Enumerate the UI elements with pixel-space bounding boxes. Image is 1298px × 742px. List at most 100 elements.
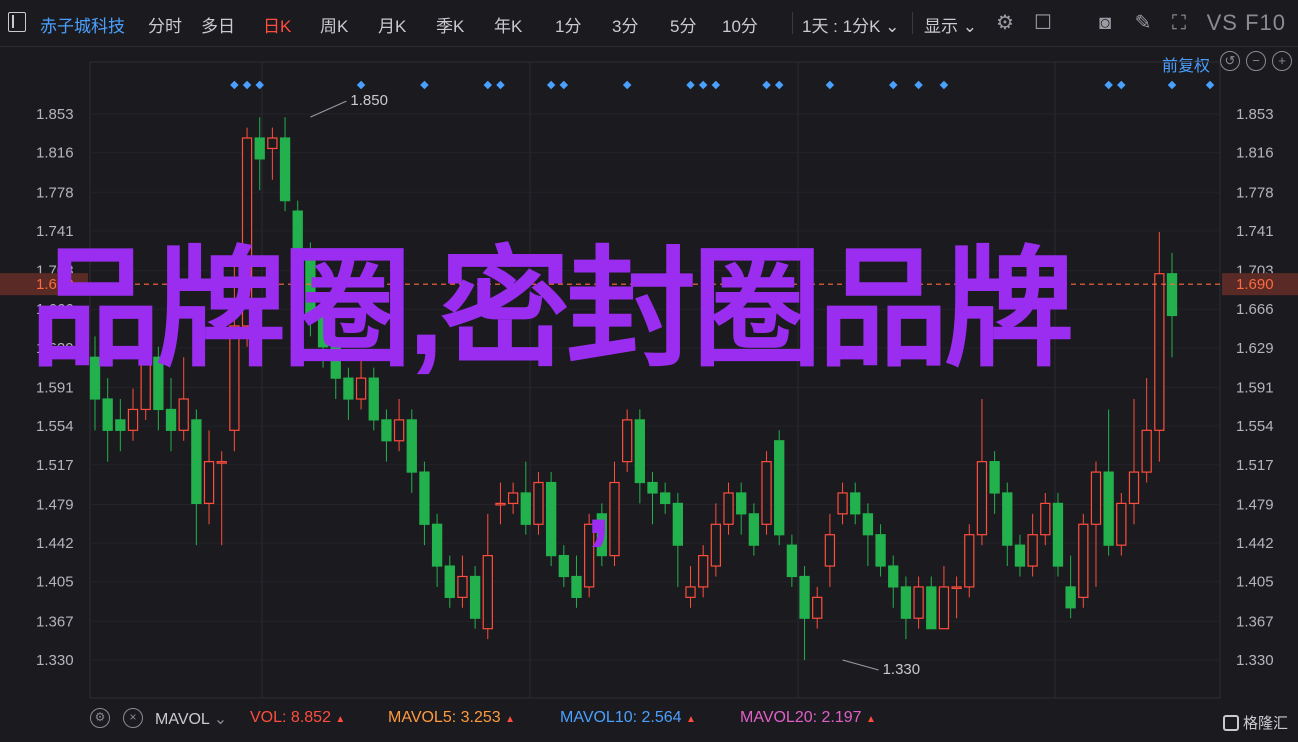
y-tick-label-left: 1.330: [36, 652, 74, 669]
event-marker: [622, 80, 632, 90]
period-tab-4[interactable]: 月K: [378, 12, 406, 37]
period-tab-7[interactable]: 1分: [555, 12, 581, 37]
indicator-close-icon[interactable]: ×: [123, 708, 143, 728]
y-tick-label-right: 1.517: [1236, 457, 1274, 474]
event-marker: [939, 80, 949, 90]
y-tick-label-left: 1.816: [36, 145, 74, 162]
mavol10-reading: MAVOL10: 2.564 ▲: [560, 709, 696, 726]
candle-body: [786, 544, 798, 578]
event-marker: [1104, 80, 1113, 90]
candle-body: [875, 534, 886, 567]
price-tag-right-text: 1.690: [1236, 276, 1274, 293]
mavol5-reading: MAVOL5: 3.253 ▲: [388, 709, 516, 726]
watermark-comma: ,: [586, 453, 612, 553]
candle-body: [710, 523, 722, 567]
candle-body: [799, 575, 810, 619]
period-tab-10[interactable]: 10分: [722, 12, 758, 37]
candle-body: [419, 471, 430, 525]
candle-body: [520, 492, 531, 525]
event-marker: [1167, 80, 1177, 90]
candle-body: [609, 481, 620, 557]
candle-body: [723, 492, 734, 525]
period-tab-6[interactable]: 年K: [494, 12, 522, 37]
candle-body: [698, 555, 709, 588]
candle-body: [368, 377, 379, 421]
candle-body: [203, 461, 215, 505]
event-marker: [762, 80, 771, 90]
draw-icon[interactable]: ✎: [1130, 10, 1156, 36]
settings-icon[interactable]: ⚙: [992, 10, 1018, 36]
y-tick-label-right: 1.442: [1236, 535, 1274, 552]
candle-body: [1078, 523, 1089, 598]
event-marker: [1205, 80, 1215, 90]
candle-body: [533, 481, 544, 525]
period-tab-2[interactable]: 日K: [263, 12, 291, 37]
y-tick-label-left: 1.554: [36, 418, 74, 435]
candle-body: [571, 575, 582, 598]
candle-body: [1014, 544, 1026, 567]
candle-body: [812, 596, 823, 619]
candle-body: [850, 492, 861, 515]
candle-body: [444, 565, 455, 598]
event-marker: [496, 80, 505, 90]
candle-body: [115, 419, 126, 431]
indicator-settings-icon[interactable]: ⚙: [90, 708, 110, 728]
display-select[interactable]: 显示 ⌄: [924, 12, 977, 37]
y-tick-label-left: 1.367: [36, 613, 74, 630]
candle-body: [913, 586, 924, 619]
top-toolbar: 赤子城科技 分时 多日 日K 周K 月K 季K 年K 1分 3分 5分 10分 1天 : 1分K ⌄…: [0, 0, 1298, 47]
fullscreen-icon[interactable]: ⛶: [1166, 10, 1192, 36]
period-tab-8[interactable]: 3分: [612, 12, 638, 37]
event-marker: [698, 80, 708, 90]
event-marker: [825, 80, 835, 90]
period-tab-0[interactable]: 分时: [148, 12, 182, 37]
compare-button[interactable]: VS F10: [1207, 10, 1286, 36]
candle-body: [989, 461, 1000, 494]
event-marker: [889, 80, 898, 90]
y-tick-label-right: 1.629: [1236, 340, 1274, 357]
y-tick-label-right: 1.330: [1236, 652, 1274, 669]
separator: [792, 12, 793, 34]
candle-body: [381, 419, 392, 442]
candle-body: [888, 565, 899, 588]
y-tick-label-right: 1.591: [1236, 380, 1274, 397]
y-tick-label-left: 1.442: [36, 535, 74, 552]
candle-body: [964, 534, 975, 588]
camera-icon[interactable]: ◙: [1092, 10, 1118, 36]
candle-body: [938, 586, 950, 630]
event-marker: [546, 80, 556, 90]
event-marker: [711, 80, 721, 90]
event-marker: [1117, 80, 1126, 90]
candle-body: [267, 137, 278, 150]
candle-body: [431, 523, 443, 567]
candle-body: [1141, 429, 1152, 473]
layout-icon[interactable]: ☐: [1030, 10, 1056, 36]
candle-body: [1128, 471, 1140, 505]
indicator-name[interactable]: MAVOL ⌄: [155, 709, 227, 729]
annotation-label: 1.330: [883, 661, 921, 678]
period-tab-9[interactable]: 5分: [670, 12, 696, 37]
candle-body: [660, 492, 671, 505]
sidebar-toggle-icon[interactable]: [8, 12, 26, 32]
period-tab-5[interactable]: 季K: [436, 12, 464, 37]
candle-body: [191, 419, 202, 505]
period-tab-1[interactable]: 多日: [201, 12, 235, 37]
stock-name[interactable]: 赤子城科技: [40, 12, 125, 37]
y-tick-label-right: 1.666: [1236, 301, 1274, 318]
candle-body: [1065, 586, 1076, 609]
candle-body: [102, 398, 113, 431]
candle-body: [824, 534, 836, 567]
range-select[interactable]: 1天 : 1分K ⌄: [802, 12, 899, 37]
candle-body: [951, 586, 962, 590]
y-tick-label-right: 1.853: [1236, 106, 1274, 123]
candle-body: [1166, 273, 1178, 317]
y-tick-label-right: 1.367: [1236, 613, 1274, 630]
y-tick-label-right: 1.554: [1236, 418, 1274, 435]
candle-body: [926, 586, 937, 630]
candle-body: [457, 575, 468, 598]
candle-body: [165, 408, 177, 431]
candle-body: [1154, 273, 1165, 431]
annotation-leader: [310, 100, 347, 118]
period-tab-3[interactable]: 周K: [320, 12, 348, 37]
candle-body: [507, 492, 519, 505]
